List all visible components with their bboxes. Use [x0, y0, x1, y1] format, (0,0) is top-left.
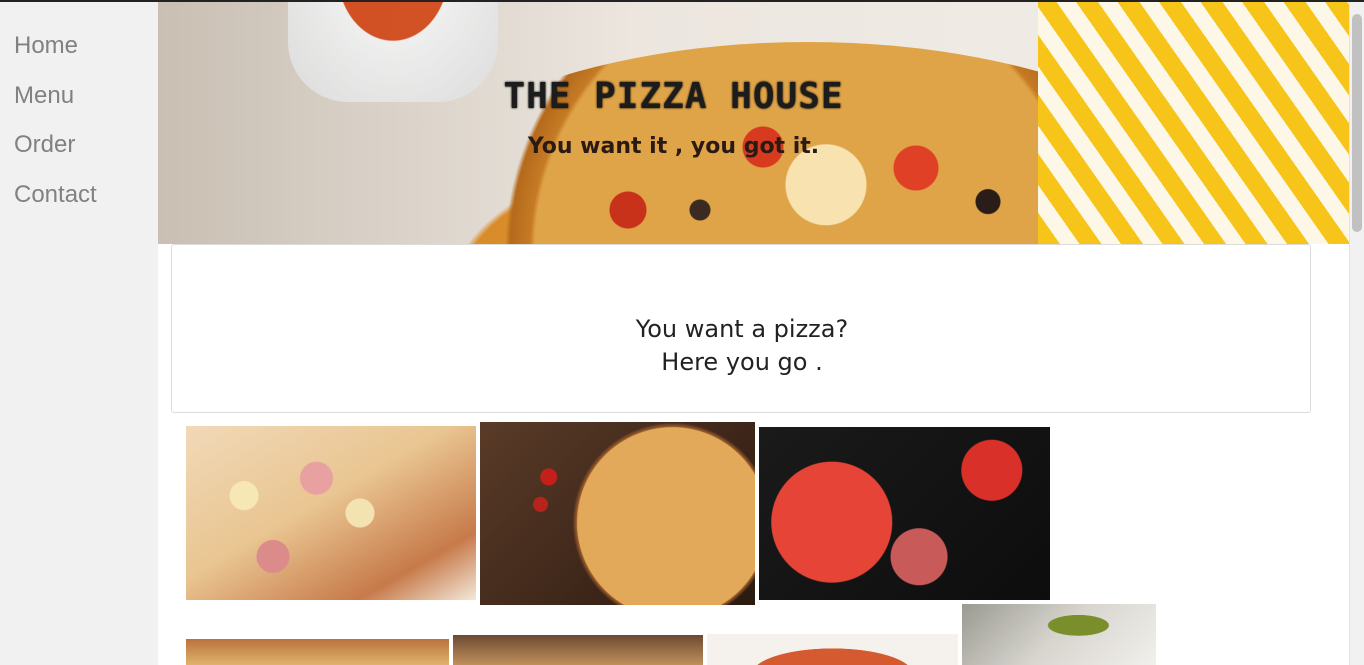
pizza-photo-pepperoni-dark — [759, 427, 1050, 600]
pizza-photo-5 — [453, 635, 703, 665]
intro-heading-line2: Here you go . — [661, 348, 823, 376]
sidebar-item-home[interactable]: Home — [0, 21, 158, 71]
pizza-photo-wood-table — [480, 422, 755, 605]
scrollbar-thumb[interactable] — [1352, 14, 1362, 232]
page-scrollbar[interactable] — [1349, 2, 1364, 665]
pizza-photo-avocado — [962, 604, 1156, 665]
intro-heading-line1: You want a pizza? — [635, 315, 849, 343]
sidebar-item-menu[interactable]: Menu — [0, 71, 158, 121]
sidebar-nav: Home Menu Order Contact — [0, 2, 158, 665]
sidebar-item-order[interactable]: Order — [0, 120, 158, 170]
site-tagline: You want it , you got it. — [527, 134, 820, 159]
intro-card: You want a pizza? Here you go . — [171, 244, 1311, 413]
pizza-photo-6 — [707, 634, 958, 665]
hero-striped-cloth-image — [1038, 2, 1349, 244]
pizza-photo-ham-pineapple — [186, 426, 476, 600]
pizza-photo-4 — [186, 639, 449, 665]
sidebar-item-contact[interactable]: Contact — [0, 170, 158, 220]
site-title: THE PIZZA HOUSE — [503, 76, 844, 117]
hero-banner: THE PIZZA HOUSE You want it , you got it… — [158, 2, 1349, 244]
